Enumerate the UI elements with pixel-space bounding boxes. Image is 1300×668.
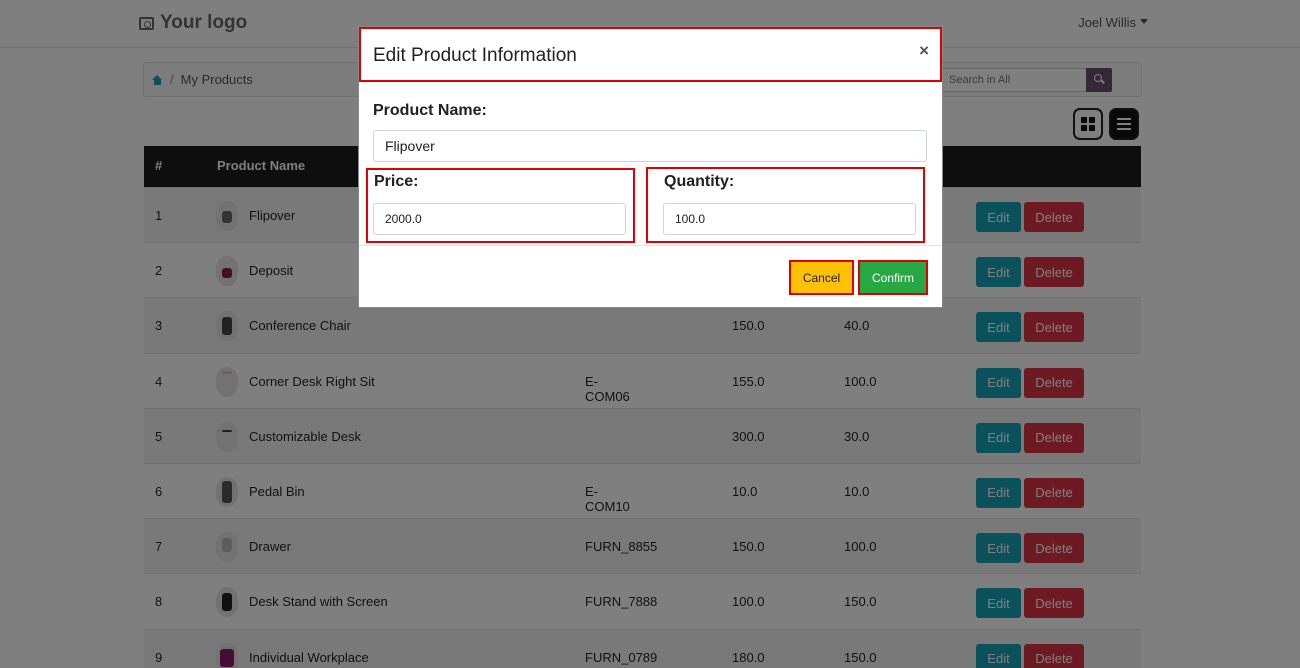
modal-header: Edit Product Information × (359, 27, 942, 82)
quantity-group: Quantity: (646, 167, 925, 243)
edit-product-modal: Edit Product Information × Product Name:… (358, 26, 943, 308)
confirm-button[interactable]: Confirm (858, 260, 928, 295)
price-label: Price: (374, 173, 419, 190)
close-icon[interactable]: × (919, 41, 929, 61)
product-name-input[interactable] (373, 130, 927, 162)
product-name-label: Product Name: (373, 102, 487, 119)
modal-title: Edit Product Information (373, 45, 577, 66)
cancel-button[interactable]: Cancel (789, 260, 854, 295)
modal-footer (359, 245, 942, 246)
quantity-input[interactable] (663, 203, 916, 235)
quantity-label: Quantity: (664, 173, 735, 190)
price-group: Price: (366, 168, 635, 243)
price-input[interactable] (373, 203, 626, 235)
